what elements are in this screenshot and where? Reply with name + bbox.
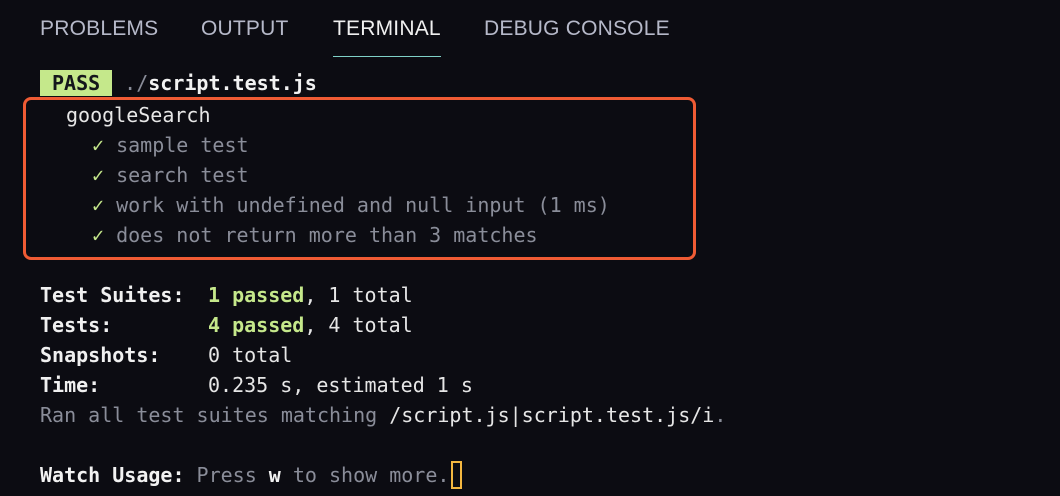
snapshots-value: 0 total — [208, 343, 293, 367]
summary-time-line: Time: 0.235 s, estimated 1 s — [40, 370, 473, 400]
file-dir: ./ — [124, 71, 149, 95]
watch-usage-line: Watch Usage: Press w to show more. — [40, 460, 463, 490]
time-label: Time: — [40, 373, 101, 397]
watch-label: Watch Usage: — [40, 463, 185, 487]
summary-suites-line: Test Suites: 1 passed, 1 total — [40, 280, 413, 310]
ran-suites-line: Ran all test suites matching /script.js|… — [40, 400, 726, 430]
ran-prefix: Ran all test suites matching — [40, 403, 390, 427]
tests-label: Tests: — [40, 313, 113, 337]
suites-label: Test Suites: — [40, 283, 185, 307]
watch-press: Press — [184, 463, 269, 487]
summary-snapshots-line: Snapshots: 0 total — [40, 340, 292, 370]
pass-badge: PASS — [40, 70, 113, 96]
tab-debug-console[interactable]: DEBUG CONSOLE — [484, 17, 670, 41]
tab-terminal[interactable]: TERMINAL — [333, 17, 441, 57]
tests-passed: 4 passed — [208, 313, 305, 337]
time-value: 0.235 s, estimated 1 s — [208, 373, 473, 397]
watch-rest: to show more. — [280, 463, 450, 487]
watch-key: w — [268, 463, 281, 487]
terminal-output[interactable]: PASS ./script.test.js googleSearch ✓ samp… — [0, 60, 1060, 496]
tests-total: , 4 total — [304, 313, 413, 337]
suites-passed: 1 passed — [208, 283, 305, 307]
tab-terminal-label: TERMINAL — [333, 17, 441, 40]
ran-pattern: /script.js|script.test.js/i — [389, 403, 715, 427]
highlight-annotation-box — [23, 97, 696, 260]
file-name: script.test.js — [148, 71, 317, 95]
panel-tab-bar: PROBLEMS OUTPUT TERMINAL DEBUG CONSOLE — [0, 0, 1060, 60]
snapshots-label: Snapshots: — [40, 343, 161, 367]
summary-tests-line: Tests: 4 passed, 4 total — [40, 310, 413, 340]
suites-total: , 1 total — [304, 283, 413, 307]
test-file-line: PASS ./script.test.js — [40, 68, 317, 98]
active-tab-indicator — [333, 56, 441, 57]
tab-problems[interactable]: PROBLEMS — [40, 17, 158, 41]
tab-output[interactable]: OUTPUT — [201, 17, 289, 41]
terminal-cursor — [451, 461, 463, 489]
ran-suffix: . — [714, 403, 727, 427]
